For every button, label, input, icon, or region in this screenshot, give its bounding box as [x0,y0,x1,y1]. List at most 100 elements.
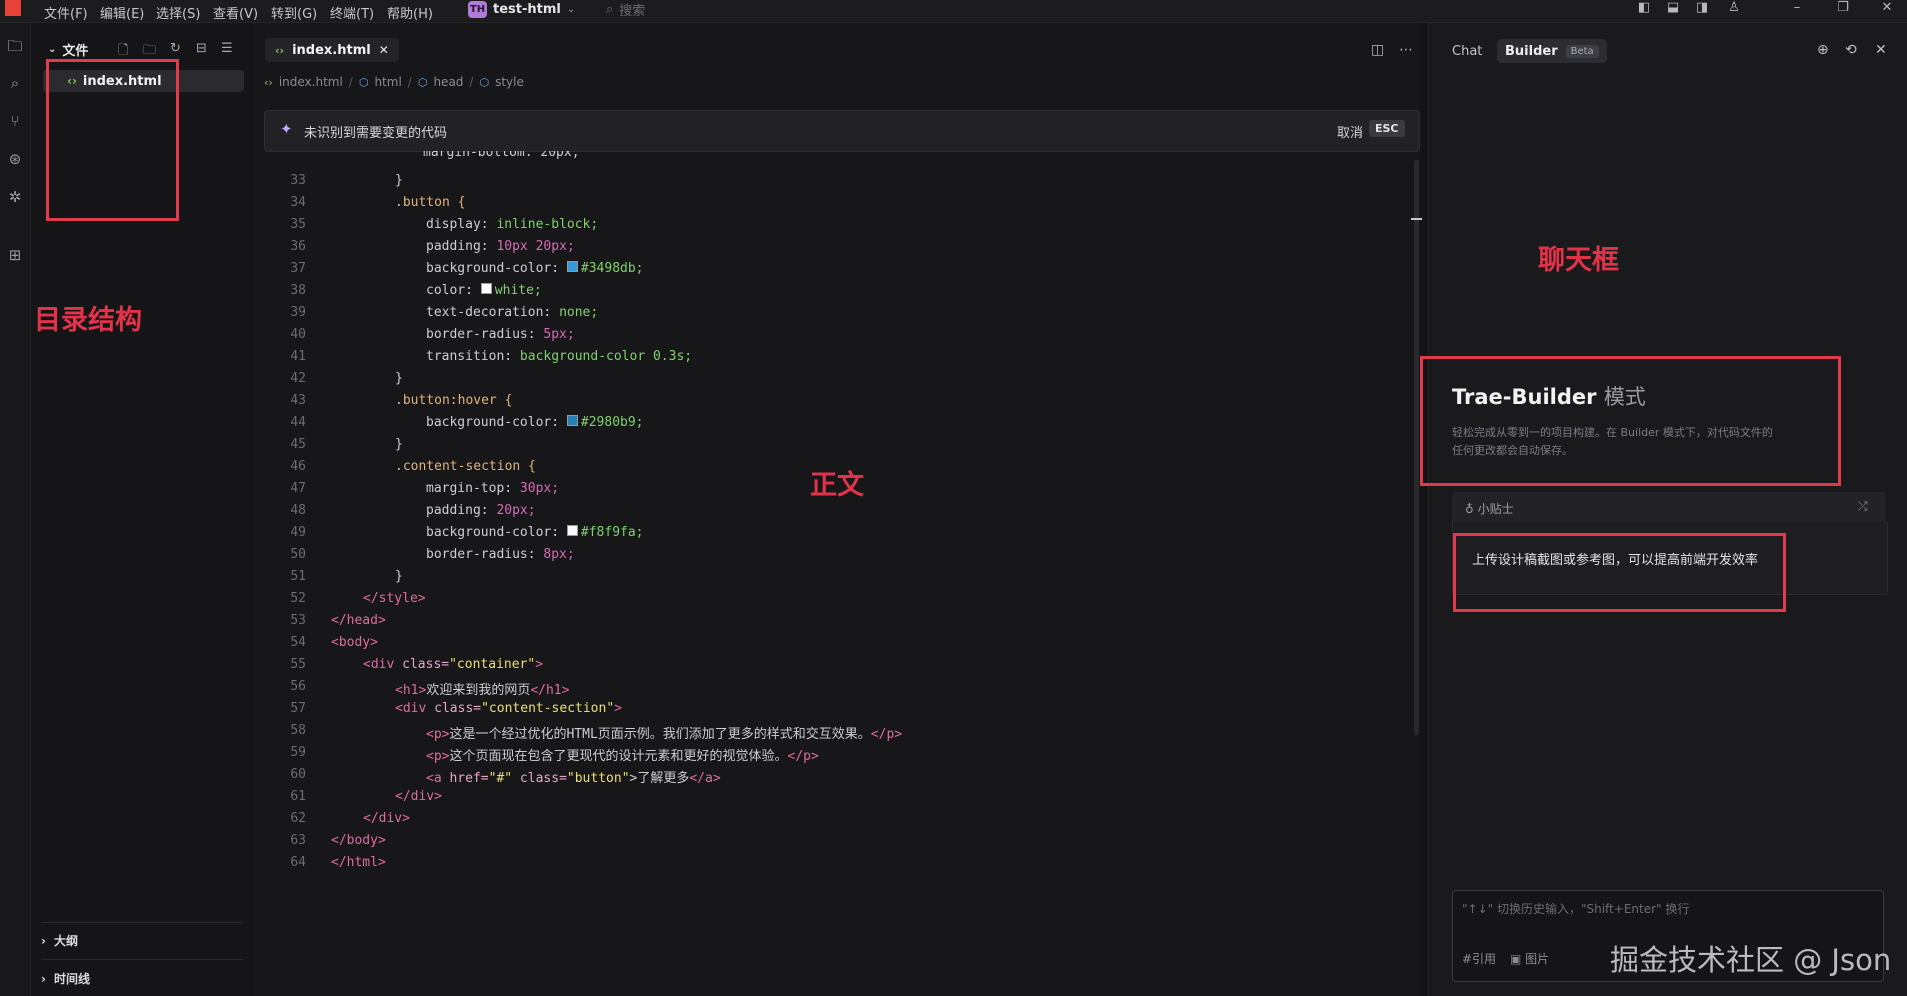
files-icon[interactable]: 🗀 [5,36,25,56]
annotation-box-tips [1453,533,1786,612]
code-text: } [395,437,403,452]
menu-goto[interactable]: 转到(G) [271,3,317,22]
code-attr: class= [434,701,482,716]
explorer-settings-icon[interactable]: ☰ [221,41,233,56]
beta-badge: Beta [1565,44,1599,58]
element-icon: ⬡ [417,75,428,89]
chevron-down-icon: ⌄ [48,44,57,55]
code-prop: background-color: [426,261,567,276]
line-number: 40 [290,327,306,342]
collapse-all-icon[interactable]: ⊟ [196,41,207,56]
editor-scrollbar[interactable] [1414,160,1419,735]
debug-icon[interactable]: ✲ [5,187,25,207]
split-editor-icon[interactable]: ◫ [1371,42,1384,58]
code-line: 62 </div> [264,811,1404,833]
esc-key-badge: ESC [1369,120,1405,137]
code-value: 5px; [543,327,575,342]
cancel-button[interactable]: 取消 [1337,122,1363,141]
source-control-icon[interactable]: ⑂ [5,111,25,131]
line-number: 57 [290,701,306,716]
code-tag: <a [426,771,450,786]
close-panel-icon[interactable]: ✕ [1875,42,1887,58]
notice-text: 未识别到需要变更的代码 [304,126,448,141]
code-line: 36 padding: 10px 20px; [264,239,1404,261]
close-tab-icon[interactable]: ✕ [379,43,389,57]
html-file-icon: ‹› [264,75,273,89]
code-line: 51} [264,569,1404,591]
code-line: 40 border-radius: 5px; [264,327,1404,349]
restore-icon[interactable]: ❐ [1833,0,1853,18]
tab-label: index.html [292,42,371,58]
menu-terminal[interactable]: 终端(T) [330,3,374,22]
code-line: 33} [264,173,1404,195]
breadcrumb-item[interactable]: head [433,75,463,89]
code-value: 30px; [519,481,560,496]
menu-select[interactable]: 选择(S) [156,3,200,22]
code-value: #f8f9fa; [580,525,644,540]
color-swatch[interactable] [566,261,578,272]
outline-section[interactable]: › 大纲 [41,932,78,949]
timeline-section[interactable]: › 时间线 [41,970,90,987]
code-line: 48 padding: 20px; [264,503,1404,525]
breadcrumb-item[interactable]: html [374,75,401,89]
remote-icon[interactable]: ⊛ [5,149,25,169]
more-actions-icon[interactable]: ⋯ [1399,42,1413,58]
shuffle-icon[interactable]: ⤮ [1858,499,1868,514]
close-window-icon[interactable]: ✕ [1877,0,1897,18]
line-number: 55 [290,657,306,672]
code-value: 10px 20px; [496,239,575,254]
line-number: 54 [290,635,306,650]
refresh-icon[interactable]: ↻ [170,41,181,56]
sparkle-icon: ✦ [280,120,293,138]
code-line: 49 background-color: #f8f9fa; [264,525,1404,547]
toggle-bottom-panel-icon[interactable]: ⬓ [1663,0,1683,18]
breadcrumb-item[interactable]: index.html [279,75,343,89]
line-number: 33 [290,173,306,188]
account-icon[interactable]: ♙ [1724,0,1744,18]
code-line: 52 </style> [264,591,1404,613]
image-button[interactable]: ▣ 图片 [1510,950,1549,967]
tab-chat[interactable]: Chat [1452,44,1482,59]
color-swatch[interactable] [566,525,578,536]
breadcrumb-item[interactable]: style [495,75,524,89]
annotation-box-builder [1420,356,1841,486]
divider [41,922,243,923]
search-icon[interactable]: ⌕ [5,73,25,93]
line-number: 59 [290,745,306,760]
minimize-icon[interactable]: – [1787,0,1807,18]
line-number: 60 [290,767,306,782]
code-value: 20px; [496,503,536,518]
extensions-icon[interactable]: ⊞ [5,245,25,265]
code-text: .content-section { [395,459,536,474]
explorer-header[interactable]: ⌄ 文件 [48,40,88,59]
tips-label: ♁ 小贴士 [1465,500,1514,517]
tab-index-html[interactable]: ‹› index.html ✕ [265,38,399,62]
search-placeholder: 搜索 [619,4,646,19]
project-switcher[interactable]: TH test-html ⌄ [468,0,575,18]
code-tag: > [535,657,544,672]
code-text: } [395,173,403,188]
menu-file[interactable]: 文件(F) [44,3,88,22]
menu-view[interactable]: 查看(V) [213,3,258,22]
line-number: 47 [290,481,306,496]
line-number: 38 [290,283,306,298]
history-icon[interactable]: ⟲ [1845,42,1857,58]
line-number: 37 [290,261,306,276]
menu-help[interactable]: 帮助(H) [387,3,433,22]
code-tag: <p> [426,749,450,764]
tab-builder[interactable]: Builder Beta [1497,39,1607,63]
color-swatch[interactable] [566,415,578,426]
toggle-left-panel-icon[interactable]: ◧ [1634,0,1654,18]
search-input[interactable]: ⌕ 搜索 [606,0,645,19]
code-text: </body> [331,833,386,848]
code-line: 56 <h1>欢迎来到我的网页</h1> [264,679,1404,701]
code-editor[interactable]: margin-bottom: 20px; 33} 34 .button { 35 d… [264,151,1404,891]
line-number: 34 [290,195,306,210]
menu-edit[interactable]: 编辑(E) [100,3,144,22]
code-line: 64 </html> [264,855,1404,877]
code-tag: </p> [870,727,903,742]
color-swatch[interactable] [480,283,492,294]
toggle-right-panel-icon[interactable]: ◨ [1692,0,1712,18]
new-chat-icon[interactable]: ⊕ [1817,42,1829,58]
reference-button[interactable]: #引用 [1462,950,1496,967]
